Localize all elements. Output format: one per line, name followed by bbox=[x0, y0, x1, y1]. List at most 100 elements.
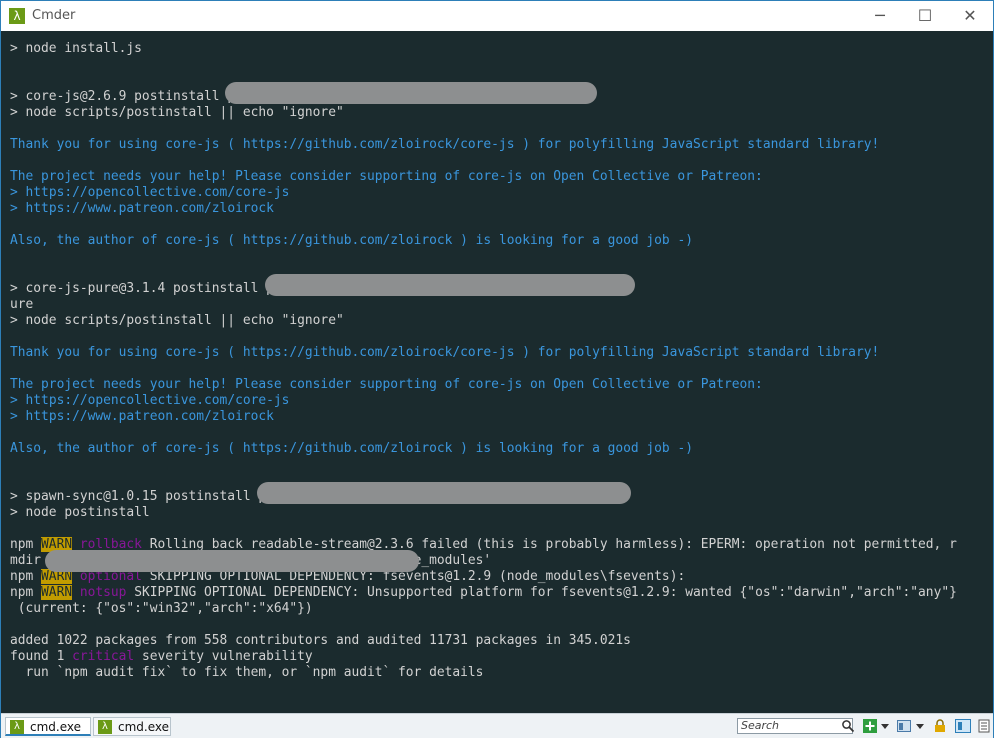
console-text: > bbox=[10, 201, 26, 216]
redaction-mark bbox=[265, 274, 635, 296]
console-text: added 1022 packages from 558 contributor… bbox=[10, 633, 631, 648]
menu-icon[interactable] bbox=[977, 719, 991, 733]
redaction-mark bbox=[225, 82, 597, 104]
console-line: added 1022 packages from 558 contributor… bbox=[10, 633, 993, 649]
console-text: ) for polyfilling JavaScript standard li… bbox=[514, 137, 880, 152]
console-text: npm bbox=[10, 585, 42, 600]
console-line: > node scripts/postinstall || echo "igno… bbox=[10, 105, 993, 121]
console-text: npm bbox=[10, 537, 42, 552]
search-input[interactable]: Search bbox=[737, 718, 853, 734]
console-text: > spawn-sync@1.0.15 postinstall bbox=[10, 489, 259, 504]
console-text: ure bbox=[10, 297, 34, 312]
console-line: Thank you for using core-js ( https://gi… bbox=[10, 345, 993, 361]
console-output[interactable]: > node install.js > core-js@2.6.9 postins… bbox=[1, 32, 993, 713]
console-text: notsup bbox=[79, 585, 127, 600]
title-bar[interactable]: λ Cmder ─ ☐ ✕ bbox=[1, 1, 993, 31]
console-text: ) is looking for a good job -) bbox=[452, 441, 693, 456]
console-text: ) for polyfilling JavaScript standard li… bbox=[514, 345, 880, 360]
console-text: Also, the author of core-js ( bbox=[10, 233, 243, 248]
dropdown-icon[interactable] bbox=[915, 719, 925, 733]
console-text: https://opencollective.com/core-js bbox=[25, 393, 290, 408]
redaction-mark bbox=[45, 550, 419, 572]
console-text: https://github.com/zloirock/core-js bbox=[242, 137, 515, 152]
console-line: > node scripts/postinstall || echo "igno… bbox=[10, 313, 993, 329]
window-title: Cmder bbox=[32, 8, 76, 23]
console-text: https://github.com/zloirock bbox=[242, 233, 453, 248]
console-text: https://github.com/zloirock bbox=[242, 441, 453, 456]
console-line: run `npm audit fix` to fix them, or `npm… bbox=[10, 665, 993, 681]
console-text: SKIPPING OPTIONAL DEPENDENCY: Unsupporte… bbox=[126, 585, 957, 600]
console-text: Also, the author of core-js ( bbox=[10, 441, 243, 456]
console-text: > bbox=[10, 393, 26, 408]
view-icon[interactable] bbox=[897, 719, 911, 733]
console-text: > node install.js bbox=[10, 41, 142, 56]
console-text: ) is looking for a good job -) bbox=[452, 233, 693, 248]
console-text: Thank you for using core-js ( bbox=[10, 137, 243, 152]
console-line: (current: {"os":"win32","arch":"x64"}) bbox=[10, 601, 993, 617]
console-line: Thank you for using core-js ( https://gi… bbox=[10, 137, 993, 153]
console-line: > node install.js bbox=[10, 41, 993, 57]
console-line: > https://opencollective.com/core-js bbox=[10, 185, 993, 201]
console-text: found 1 bbox=[10, 649, 73, 664]
lambda-icon: λ bbox=[98, 720, 112, 734]
console-text: severity vulnerability bbox=[134, 649, 313, 664]
console-text: run `npm audit fix` to fix them, or `npm… bbox=[10, 665, 484, 680]
dropdown-icon[interactable] bbox=[880, 719, 890, 733]
lambda-icon: λ bbox=[9, 8, 25, 24]
maximize-button[interactable]: ☐ bbox=[902, 1, 948, 31]
console-text: > bbox=[10, 185, 26, 200]
new-console-icon[interactable] bbox=[863, 719, 877, 733]
console-line: The project needs your help! Please cons… bbox=[10, 169, 993, 185]
console-text: > core-js-pure@3.1.4 postinstall bbox=[10, 281, 267, 296]
cmder-window: λ Cmder ─ ☐ ✕ > node install.js > core-js… bbox=[0, 0, 994, 738]
redaction-mark bbox=[257, 482, 631, 504]
console-text: > core-js@2.6.9 postinstall bbox=[10, 89, 228, 104]
console-line: npm WARN notsup SKIPPING OPTIONAL DEPEND… bbox=[10, 585, 993, 601]
console-text: Thank you for using core-js ( bbox=[10, 345, 243, 360]
console-line: > https://www.patreon.com/zloirock bbox=[10, 409, 993, 425]
console-text: mdir bbox=[10, 553, 49, 568]
console-text: The project needs your help! Please cons… bbox=[10, 377, 763, 392]
lock-icon[interactable] bbox=[933, 719, 947, 733]
tab-label: cmd.exe bbox=[30, 720, 82, 734]
console-line: > https://www.patreon.com/zloirock bbox=[10, 201, 993, 217]
console-line: > node postinstall bbox=[10, 505, 993, 521]
console-tab-1[interactable]: λ cmd.exe bbox=[5, 717, 91, 736]
console-text: > node scripts/postinstall || echo "igno… bbox=[10, 105, 344, 120]
console-text: The project needs your help! Please cons… bbox=[10, 169, 763, 184]
console-text: (current: {"os":"win32","arch":"x64"}) bbox=[10, 601, 313, 616]
status-bar: λ cmd.exe λ cmd.exe Search bbox=[1, 713, 993, 738]
split-view-icon[interactable] bbox=[955, 719, 971, 733]
console-text: critical bbox=[72, 649, 135, 664]
console-line: The project needs your help! Please cons… bbox=[10, 377, 993, 393]
lambda-icon: λ bbox=[10, 720, 24, 734]
console-line: Also, the author of core-js ( https://gi… bbox=[10, 441, 993, 457]
console-text: npm bbox=[10, 569, 42, 584]
minimize-button[interactable]: ─ bbox=[857, 1, 903, 31]
tab-label: cmd.exe bbox=[118, 720, 170, 734]
console-text: https://opencollective.com/core-js bbox=[25, 185, 290, 200]
console-line: ure bbox=[10, 297, 993, 313]
search-icon[interactable] bbox=[841, 719, 855, 733]
close-button[interactable]: ✕ bbox=[947, 1, 993, 31]
console-text: https://www.patreon.com/zloirock bbox=[25, 409, 274, 424]
console-text: > bbox=[10, 409, 26, 424]
console-text: https://github.com/zloirock/core-js bbox=[242, 345, 515, 360]
console-tab-2[interactable]: λ cmd.exe bbox=[93, 717, 171, 736]
console-line: > https://opencollective.com/core-js bbox=[10, 393, 993, 409]
console-text: WARN bbox=[41, 585, 73, 600]
console-text: https://www.patreon.com/zloirock bbox=[25, 201, 274, 216]
console-text: > node scripts/postinstall || echo "igno… bbox=[10, 313, 344, 328]
